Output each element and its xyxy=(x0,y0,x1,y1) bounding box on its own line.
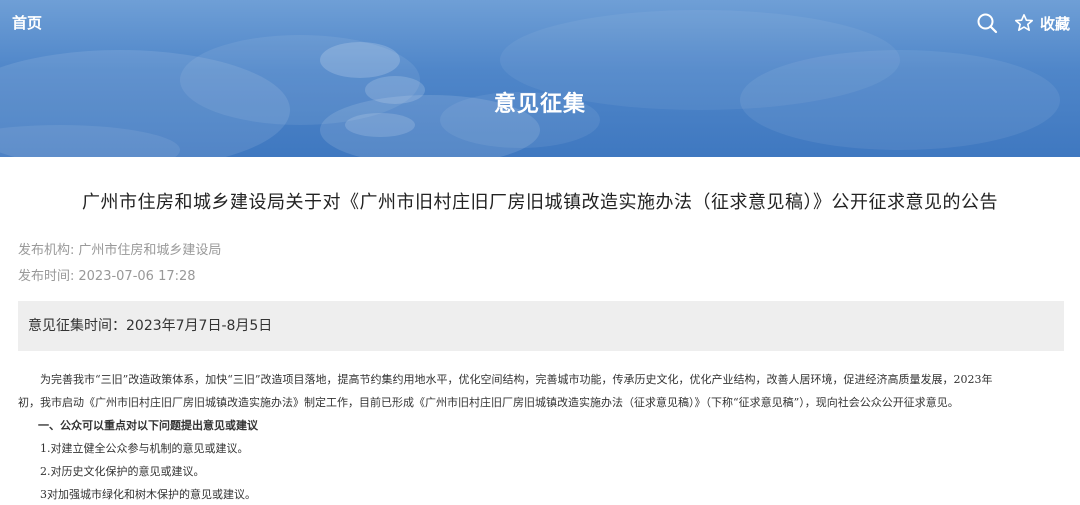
publisher-value: 广州市住房和城乡建设局 xyxy=(78,243,222,258)
publish-time-row: 发布时间: 2023-07-06 17:28 xyxy=(18,265,196,284)
solicitation-period-box: 意见征集时间：2023年7月7日-8月5日 xyxy=(18,301,1064,351)
intro-line-1: 为完善我市“三旧”改造政策体系，加快“三旧”改造项目落地，提高节约集约用地水平，… xyxy=(40,373,993,386)
publish-time-label: 发布时间: xyxy=(18,269,75,284)
list-item: 3对加强城市绿化和树木保护的意见或建议。 xyxy=(40,488,256,501)
favorite-button[interactable]: 收藏 xyxy=(1040,13,1070,34)
search-icon[interactable] xyxy=(976,12,998,34)
star-outline-icon[interactable] xyxy=(1014,13,1034,33)
banner-title: 意见征集 xyxy=(493,92,586,117)
header-actions: 收藏 xyxy=(976,8,1070,38)
solicitation-period-text: 意见征集时间：2023年7月7日-8月5日 xyxy=(28,318,273,334)
publisher-label: 发布机构: xyxy=(18,243,75,258)
publisher-row: 发布机构: 广州市住房和城乡建设局 xyxy=(18,239,221,258)
article-body: 为完善我市“三旧”改造政策体系，加快“三旧”改造项目落地，提高节约集约用地水平，… xyxy=(18,368,1048,505)
list-item: 1.对建立健全公众参与机制的意见或建议。 xyxy=(40,442,249,455)
banner-flower-decoration xyxy=(0,10,1060,157)
list-item: 2.对历史文化保护的意见或建议。 xyxy=(40,465,205,478)
home-link[interactable]: 首页 xyxy=(12,12,42,33)
intro-line-2: 初，我市启动《广州市旧村庄旧厂房旧城镇改造实施办法》制定工作，目前已形成《广州市… xyxy=(18,396,959,409)
section-heading: 一、公众可以重点对以下问题提出意见或建议 xyxy=(38,419,258,432)
publish-time-value: 2023-07-06 17:28 xyxy=(78,269,196,284)
header-banner: 首页 收藏 意见征集 xyxy=(0,0,1080,157)
article-title: 广州市住房和城乡建设局关于对《广州市旧村庄旧厂房旧城镇改造实施办法（征求意见稿）… xyxy=(82,192,998,213)
